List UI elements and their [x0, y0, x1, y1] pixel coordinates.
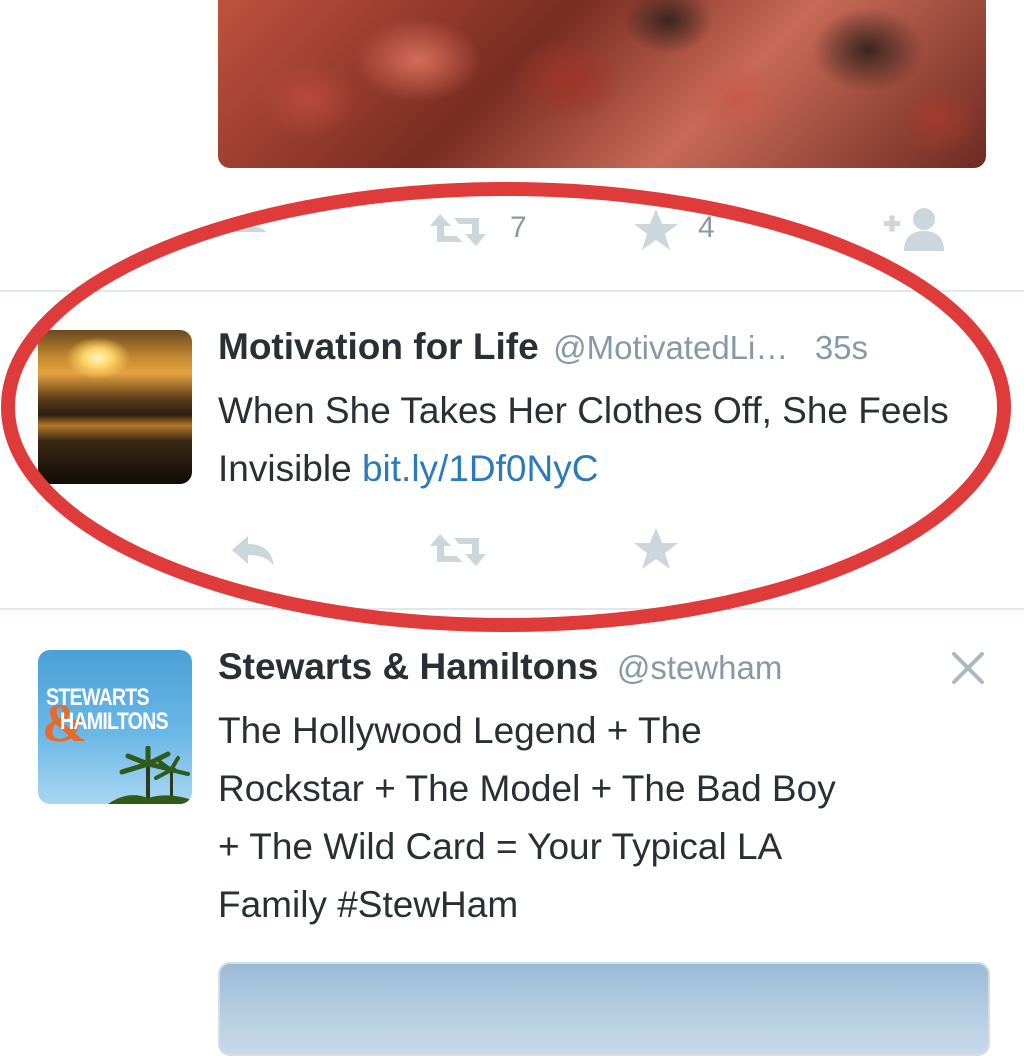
avatar[interactable] — [38, 330, 192, 484]
tweet-text-line: Rockstar + The Model + The Bad Boy — [218, 768, 836, 809]
tweet-text[interactable]: The Hollywood Legend + The Rockstar + Th… — [218, 702, 1008, 934]
reply-button[interactable] — [228, 530, 278, 570]
palm-trees-icon — [108, 746, 192, 804]
author-handle[interactable]: @MotivatedLi… — [553, 329, 788, 366]
tweet-media-image[interactable] — [218, 0, 986, 168]
author-handle[interactable]: @stewham — [617, 649, 783, 686]
favorite-count: 4 — [698, 211, 715, 244]
avatar[interactable]: STEWARTS & HAMILTONS — [38, 650, 192, 804]
author-name[interactable]: Stewarts & Hamiltons — [218, 646, 598, 687]
retweet-count: 7 — [510, 211, 527, 244]
retweet-button[interactable] — [428, 212, 488, 248]
tweet-header: Motivation for Life @MotivatedLi… 35s — [218, 326, 1024, 372]
tweet-media-image[interactable] — [218, 962, 990, 1056]
tweet-timestamp: 35s — [814, 329, 869, 366]
reply-icon[interactable] — [228, 212, 278, 232]
favorite-button[interactable] — [632, 526, 680, 572]
close-icon[interactable] — [950, 650, 986, 686]
tweet-text-line: + The Wild Card = Your Typical LA — [218, 826, 783, 867]
tweet-divider — [0, 608, 1024, 610]
tweet-text-line: The Hollywood Legend + The — [218, 710, 702, 751]
follow-icon[interactable] — [882, 205, 952, 253]
tweet-link[interactable]: bit.ly/1Df0NyC — [362, 448, 598, 489]
avatar-text: HAMILTONS — [60, 708, 169, 735]
tweet-header: Stewarts & Hamiltons @stewham — [218, 646, 958, 692]
favorite-button[interactable] — [632, 207, 680, 253]
author-name[interactable]: Motivation for Life — [218, 326, 539, 367]
tweet-text[interactable]: When She Takes Her Clothes Off, She Feel… — [218, 382, 998, 498]
retweet-button[interactable] — [428, 532, 488, 568]
tweet-divider — [0, 290, 1024, 292]
tweet-text-line: Family #StewHam — [218, 884, 519, 925]
